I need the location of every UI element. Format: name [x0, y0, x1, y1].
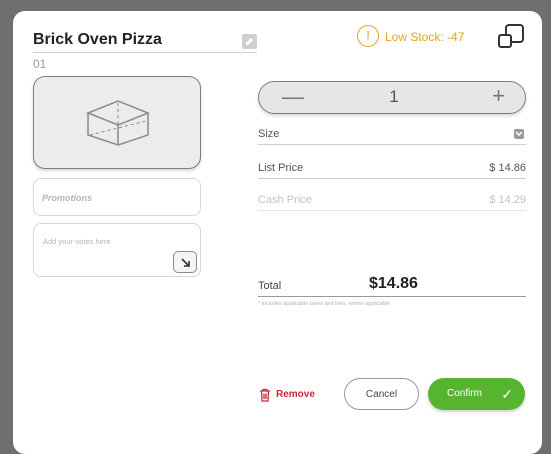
total-value: $14.86	[369, 275, 418, 292]
item-image-placeholder[interactable]	[33, 76, 201, 169]
box-placeholder-icon	[85, 100, 151, 146]
trash-icon	[260, 388, 270, 402]
size-label: Size	[258, 128, 280, 140]
cash-price-row: Cash Price $ 14.29	[258, 189, 526, 211]
tax-disclaimer: * includes applicable taxes and fees, wh…	[258, 301, 390, 307]
item-title: Brick Oven Pizza	[33, 31, 162, 48]
quantity-stepper[interactable]: — 1 +	[258, 81, 526, 114]
checkmark-icon: ✓	[501, 386, 513, 402]
split-window-icon[interactable]	[497, 23, 525, 49]
notes-placeholder: Add your notes here	[43, 237, 111, 246]
chevron-down-icon[interactable]	[514, 129, 524, 139]
confirm-label: Confirm	[447, 388, 483, 399]
cancel-button[interactable]: Cancel	[344, 378, 419, 410]
expand-notes-button[interactable]	[173, 251, 197, 273]
item-title-row: Brick Oven Pizza	[33, 25, 257, 53]
list-price-row: List Price $ 14.86	[258, 157, 526, 179]
item-number: 01	[33, 57, 47, 71]
confirm-button[interactable]: Confirm ✓	[428, 378, 525, 410]
list-price-value: $ 14.86	[489, 162, 526, 174]
notes-field[interactable]: Add your notes here	[33, 223, 201, 277]
decrement-button[interactable]: —	[282, 84, 304, 110]
low-stock-warning: Low Stock: -47	[385, 30, 465, 44]
exclamation-circle-icon: !	[357, 25, 379, 47]
total-label: Total	[258, 280, 282, 292]
cash-price-value: $ 14.29	[489, 194, 526, 206]
cash-price-label: Cash Price	[258, 194, 312, 206]
promotions-field[interactable]: Promotions	[33, 178, 201, 216]
item-modal: Brick Oven Pizza 01 Promotions Add your …	[13, 11, 542, 454]
size-select[interactable]: Size	[258, 123, 526, 145]
increment-button[interactable]: +	[492, 83, 505, 109]
remove-label: Remove	[276, 389, 315, 400]
quantity-value: 1	[389, 87, 399, 106]
list-price-label: List Price	[258, 162, 304, 174]
edit-pencil-icon[interactable]	[242, 34, 257, 49]
total-row: Total $14.86	[258, 272, 526, 297]
promotions-label: Promotions	[42, 193, 93, 203]
expand-arrow-icon	[181, 258, 190, 267]
